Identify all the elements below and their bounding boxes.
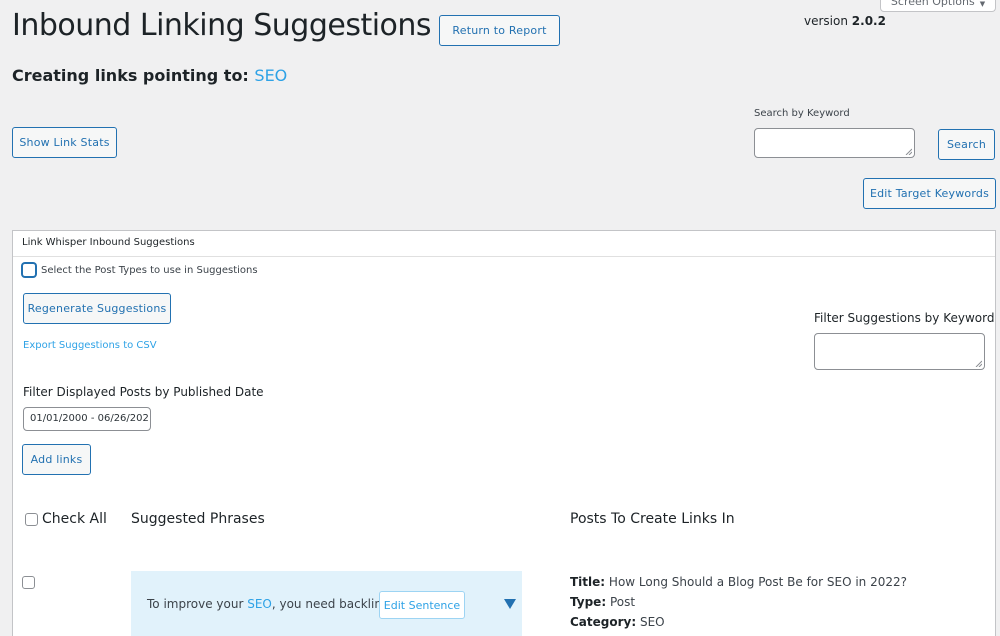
- post-category-value: SEO: [639, 615, 665, 629]
- post-title-label: Title:: [570, 575, 606, 589]
- show-link-stats-button[interactable]: Show Link Stats: [12, 127, 117, 158]
- version-number: 2.0.2: [851, 14, 886, 28]
- screen-options-button[interactable]: Screen Options ▼: [880, 0, 996, 12]
- phrase-anchor-link[interactable]: SEO: [247, 597, 272, 611]
- check-all-label: Check All: [42, 511, 107, 527]
- panel-divider: [13, 256, 995, 257]
- post-category-label: Category:: [570, 615, 637, 629]
- post-title: Title: How Long Should a Blog Post Be fo…: [570, 575, 907, 589]
- regenerate-suggestions-button[interactable]: Regenerate Suggestions: [23, 293, 171, 324]
- date-range-value: 01/01/2000 - 06/26/202: [30, 413, 149, 424]
- screen-options-label: Screen Options: [890, 0, 975, 8]
- suggested-phrase-text: To improve your SEO, you need backlinks: [147, 597, 395, 611]
- phrase-after: , you need backlinks: [271, 597, 396, 611]
- post-types-label: Select the Post Types to use in Suggesti…: [41, 265, 258, 276]
- resize-grip-icon: [975, 360, 982, 367]
- post-category: Category: SEO: [570, 615, 665, 629]
- posts-to-link-header: Posts To Create Links In: [570, 511, 735, 527]
- post-type-value: Post: [609, 595, 636, 609]
- post-type-label: Type:: [570, 595, 607, 609]
- post-type: Type: Post: [570, 595, 635, 609]
- resize-grip-icon: [905, 148, 912, 155]
- suggested-phrases-header: Suggested Phrases: [131, 511, 265, 527]
- link-target-prefix: Creating links pointing to:: [12, 66, 249, 85]
- search-input[interactable]: [754, 128, 915, 158]
- link-target-keyword[interactable]: SEO: [254, 66, 287, 85]
- filter-keyword-label: Filter Suggestions by Keyword: [814, 311, 995, 325]
- return-to-report-button[interactable]: Return to Report: [439, 15, 560, 46]
- export-csv-link[interactable]: Export Suggestions to CSV: [23, 340, 157, 351]
- panel-title: Link Whisper Inbound Suggestions: [22, 237, 195, 248]
- version-label: version: [804, 14, 848, 28]
- post-title-value: How Long Should a Blog Post Be for SEO i…: [608, 575, 907, 589]
- edit-target-keywords-button[interactable]: Edit Target Keywords: [863, 178, 996, 209]
- filter-keyword-input[interactable]: [814, 333, 985, 370]
- date-range-input[interactable]: 01/01/2000 - 06/26/202: [23, 407, 151, 431]
- post-types-checkbox[interactable]: [22, 263, 36, 277]
- search-button[interactable]: Search: [938, 129, 995, 160]
- version-info: version 2.0.2: [804, 14, 886, 28]
- row-checkbox[interactable]: [22, 576, 35, 589]
- link-target-heading: Creating links pointing to: SEO: [12, 66, 287, 85]
- add-links-button[interactable]: Add links: [22, 444, 91, 475]
- phrase-before: To improve your: [147, 597, 248, 611]
- check-all-checkbox[interactable]: [25, 513, 38, 526]
- search-keyword-label: Search by Keyword: [754, 108, 850, 119]
- page-title: Inbound Linking Suggestions: [12, 8, 432, 43]
- edit-sentence-button[interactable]: Edit Sentence: [379, 591, 465, 619]
- date-filter-label: Filter Displayed Posts by Published Date: [23, 385, 264, 399]
- expand-triangle-icon[interactable]: [504, 599, 516, 609]
- caret-down-icon: ▼: [979, 0, 986, 8]
